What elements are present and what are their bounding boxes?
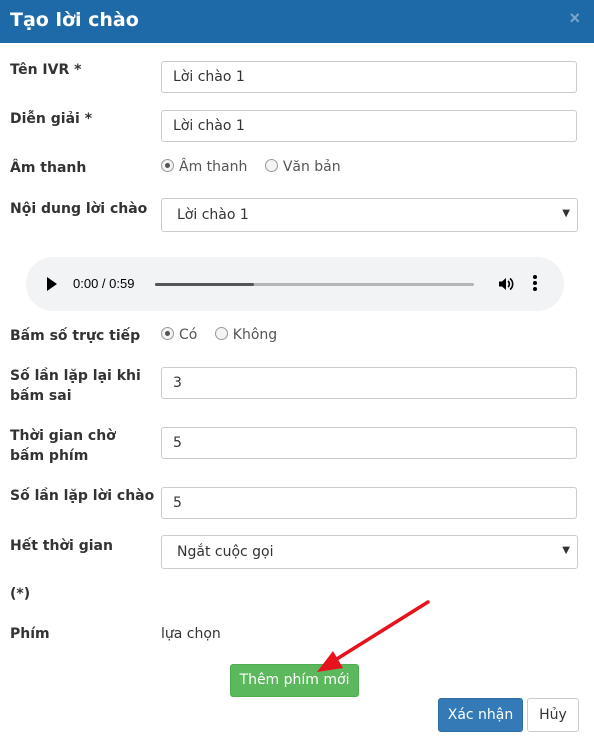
audio-player: 0:00 / 0:59 [26, 257, 564, 311]
wait-time-label: Thời gian chờ bấm phím [10, 428, 116, 464]
direct-dial-option-yes[interactable]: Có [161, 327, 197, 343]
direct-dial-radio-group: Có Không [161, 327, 290, 343]
greeting-content-select[interactable]: Lời chào 1 ▼ [161, 198, 578, 232]
ivr-name-label: Tên IVR * [10, 62, 82, 78]
dropdown-arrow-icon: ▼ [562, 208, 570, 219]
add-key-button[interactable]: Thêm phím mới [230, 664, 359, 697]
sound-radio-group: Âm thanh Văn bản [161, 159, 354, 175]
direct-dial-label: Bấm số trực tiếp [10, 328, 141, 344]
radio-checked-icon [161, 327, 174, 340]
audio-progress-track[interactable] [155, 283, 474, 286]
volume-icon[interactable] [497, 275, 515, 293]
dialog-title: Tạo lời chào [10, 9, 139, 31]
radio-checked-icon [161, 159, 174, 172]
greeting-content-value: Lời chào 1 [177, 207, 249, 223]
greeting-repeat-input[interactable] [161, 487, 577, 519]
timeout-label: Hết thời gian [10, 538, 113, 554]
radio-unchecked-icon [264, 159, 278, 172]
more-options-icon[interactable] [533, 275, 537, 293]
retry-on-wrong-label: Số lần lặp lại khi bấm sai [10, 368, 141, 404]
audio-time: 0:00 / 0:59 [73, 276, 135, 291]
play-icon[interactable] [47, 277, 57, 291]
required-note: (*) [10, 586, 31, 602]
dialog-header: Tạo lời chào × [0, 0, 594, 43]
description-label: Diễn giải * [10, 111, 93, 127]
radio-unchecked-icon [214, 327, 228, 340]
key-column-header: Phím [10, 626, 50, 642]
confirm-button[interactable]: Xác nhận [438, 698, 523, 732]
description-input[interactable] [161, 110, 577, 142]
timeout-value: Ngắt cuộc gọi [177, 544, 274, 560]
cancel-button[interactable]: Hủy [527, 698, 579, 732]
sound-label: Âm thanh [10, 160, 87, 176]
ivr-name-input[interactable] [161, 61, 577, 93]
timeout-select[interactable]: Ngắt cuộc gọi ▼ [161, 535, 578, 569]
choice-column-header: lựa chọn [161, 626, 221, 642]
sound-option-text[interactable]: Văn bản [264, 159, 341, 175]
close-icon[interactable]: × [569, 8, 580, 29]
sound-option-audio[interactable]: Âm thanh [161, 159, 247, 175]
greeting-repeat-label: Số lần lặp lời chào [10, 488, 155, 504]
wait-time-input[interactable] [161, 427, 577, 459]
direct-dial-option-no[interactable]: Không [214, 327, 277, 343]
retry-on-wrong-input[interactable] [161, 367, 577, 399]
audio-progress-fill [155, 283, 254, 286]
dropdown-arrow-icon: ▼ [562, 545, 570, 556]
greeting-content-label: Nội dung lời chào [10, 201, 148, 217]
